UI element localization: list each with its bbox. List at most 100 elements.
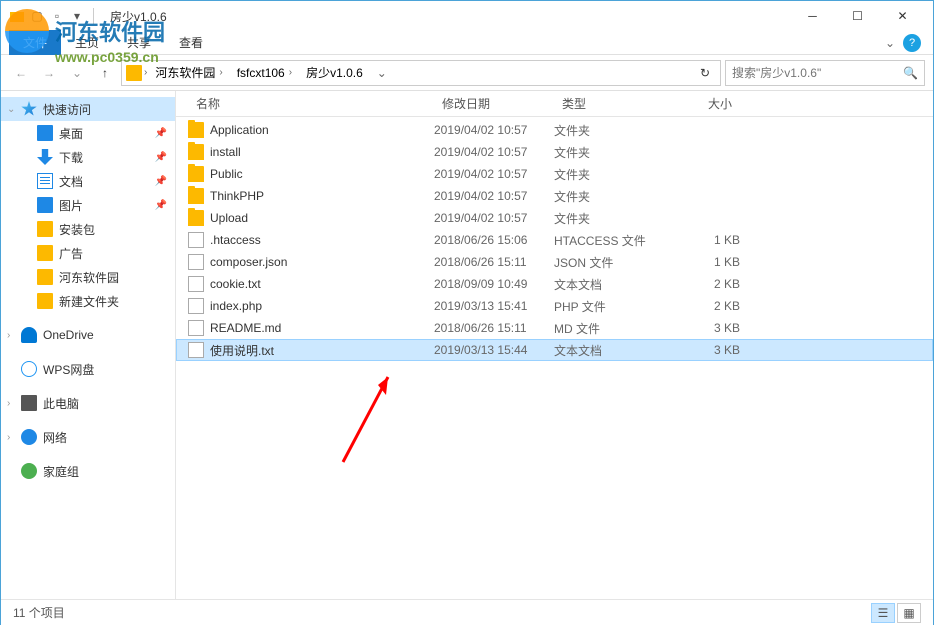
chevron-right-icon[interactable]: › <box>7 398 10 409</box>
chevron-right-icon[interactable]: › <box>144 67 147 78</box>
qat-dropdown-icon[interactable]: ▾ <box>69 8 85 24</box>
file-type: 文件夹 <box>554 144 674 161</box>
file-name: .htaccess <box>210 233 434 247</box>
file-row[interactable]: ThinkPHP 2019/04/02 10:57 文件夹 <box>176 185 933 207</box>
file-name: Public <box>210 167 434 181</box>
search-input[interactable]: 🔍 <box>725 60 925 86</box>
pin-icon: 📌 <box>155 176 167 187</box>
file-row[interactable]: cookie.txt 2018/09/09 10:49 文本文档 2 KB <box>176 273 933 295</box>
sidebar-documents[interactable]: 文档 📌 <box>1 169 175 193</box>
file-date: 2018/06/26 15:11 <box>434 321 554 335</box>
icons-view-button[interactable]: ▦ <box>897 603 921 623</box>
file-row[interactable]: Application 2019/04/02 10:57 文件夹 <box>176 119 933 141</box>
window-title: 房少v1.0.6 <box>110 8 167 25</box>
sidebar-onedrive[interactable]: › OneDrive <box>1 323 175 347</box>
folder-icon <box>37 269 53 285</box>
maximize-button[interactable]: ☐ <box>835 2 880 30</box>
ribbon-expand-icon[interactable]: ⌄ <box>885 36 895 50</box>
sidebar-homegroup[interactable]: 家庭组 <box>1 459 175 483</box>
file-name: composer.json <box>210 255 434 269</box>
column-name[interactable]: 名称 <box>188 95 434 112</box>
tab-file[interactable]: 文件 <box>9 30 61 55</box>
file-row[interactable]: index.php 2019/03/13 15:41 PHP 文件 2 KB <box>176 295 933 317</box>
annotation-arrow <box>338 367 398 467</box>
tab-view[interactable]: 查看 <box>165 30 217 55</box>
titlebar: ▢ ▫ ▾ 房少v1.0.6 ─ ☐ ✕ <box>1 1 933 31</box>
properties-icon[interactable]: ▢ <box>29 8 45 24</box>
file-name: ThinkPHP <box>210 189 434 203</box>
search-field[interactable] <box>732 66 903 80</box>
sidebar-wps[interactable]: WPS网盘 <box>1 357 175 381</box>
breadcrumb-segment: 河东软件园› <box>149 62 228 83</box>
status-bar: 11 个项目 ☰ ▦ <box>1 599 933 625</box>
sidebar-quick-access[interactable]: ⌄ 快速访问 <box>1 97 175 121</box>
pin-icon: 📌 <box>155 200 167 211</box>
file-list[interactable]: Application 2019/04/02 10:57 文件夹 install… <box>176 117 933 599</box>
file-name: install <box>210 145 434 159</box>
file-icon <box>188 232 204 248</box>
forward-button[interactable]: → <box>37 61 61 85</box>
file-row[interactable]: README.md 2018/06/26 15:11 MD 文件 3 KB <box>176 317 933 339</box>
file-size: 2 KB <box>674 277 740 291</box>
sidebar-desktop[interactable]: 桌面 📌 <box>1 121 175 145</box>
tab-share[interactable]: 共享 <box>113 30 165 55</box>
column-date[interactable]: 修改日期 <box>434 95 554 112</box>
item-count: 11 个项目 <box>13 604 65 621</box>
breadcrumb-segment: 房少v1.0.6 <box>300 62 369 83</box>
file-date: 2018/09/09 10:49 <box>434 277 554 291</box>
minimize-button[interactable]: ─ <box>790 2 835 30</box>
file-date: 2019/04/02 10:57 <box>434 211 554 225</box>
pin-icon: 📌 <box>155 152 167 163</box>
chevron-right-icon[interactable]: › <box>7 330 10 341</box>
breadcrumb[interactable]: › 河东软件园› fsfcxt106› 房少v1.0.6 ⌄ ↻ <box>121 60 721 86</box>
breadcrumb-dropdown-icon[interactable]: ⌄ <box>371 66 393 80</box>
folder-icon <box>9 8 25 24</box>
up-button[interactable]: ↑ <box>93 61 117 85</box>
help-icon[interactable]: ? <box>903 34 921 52</box>
history-dropdown[interactable]: ⌄ <box>65 61 89 85</box>
file-size: 2 KB <box>674 299 740 313</box>
file-size: 1 KB <box>674 233 740 247</box>
column-type[interactable]: 类型 <box>554 95 674 112</box>
file-date: 2019/03/13 15:41 <box>434 299 554 313</box>
file-name: Application <box>210 123 434 137</box>
close-button[interactable]: ✕ <box>880 2 925 30</box>
file-date: 2019/03/13 15:44 <box>434 343 554 357</box>
column-size[interactable]: 大小 <box>674 95 740 112</box>
file-row[interactable]: install 2019/04/02 10:57 文件夹 <box>176 141 933 163</box>
sidebar-this-pc[interactable]: › 此电脑 <box>1 391 175 415</box>
file-type: 文件夹 <box>554 210 674 227</box>
sidebar-new-folder[interactable]: 新建文件夹 <box>1 289 175 313</box>
sidebar-hedong[interactable]: 河东软件园 <box>1 265 175 289</box>
tab-home[interactable]: 主页 <box>61 30 113 55</box>
pictures-icon <box>37 197 53 213</box>
file-row[interactable]: composer.json 2018/06/26 15:11 JSON 文件 1… <box>176 251 933 273</box>
search-icon[interactable]: 🔍 <box>903 66 918 80</box>
sidebar-pictures[interactable]: 图片 📌 <box>1 193 175 217</box>
refresh-icon[interactable]: ↻ <box>694 66 716 80</box>
chevron-down-icon[interactable]: ⌄ <box>7 104 15 115</box>
file-name: README.md <box>210 321 434 335</box>
sidebar-network[interactable]: › 网络 <box>1 425 175 449</box>
new-folder-icon[interactable]: ▫ <box>49 8 65 24</box>
file-name: cookie.txt <box>210 277 434 291</box>
sidebar-ads[interactable]: 广告 <box>1 241 175 265</box>
navigation-bar: ← → ⌄ ↑ › 河东软件园› fsfcxt106› 房少v1.0.6 ⌄ ↻… <box>1 55 933 91</box>
wps-icon <box>21 361 37 377</box>
sidebar-install-pkg[interactable]: 安装包 <box>1 217 175 241</box>
details-view-button[interactable]: ☰ <box>871 603 895 623</box>
file-row[interactable]: Upload 2019/04/02 10:57 文件夹 <box>176 207 933 229</box>
pin-icon: 📌 <box>155 128 167 139</box>
folder-icon <box>188 188 204 204</box>
back-button[interactable]: ← <box>9 61 33 85</box>
chevron-right-icon[interactable]: › <box>7 432 10 443</box>
download-icon <box>37 149 53 165</box>
file-row[interactable]: Public 2019/04/02 10:57 文件夹 <box>176 163 933 185</box>
file-type: MD 文件 <box>554 320 674 337</box>
file-row[interactable]: .htaccess 2018/06/26 15:06 HTACCESS 文件 1… <box>176 229 933 251</box>
file-type: JSON 文件 <box>554 254 674 271</box>
file-row[interactable]: 使用说明.txt 2019/03/13 15:44 文本文档 3 KB <box>176 339 933 361</box>
sidebar-downloads[interactable]: 下载 📌 <box>1 145 175 169</box>
star-icon <box>21 101 37 117</box>
file-type: PHP 文件 <box>554 298 674 315</box>
